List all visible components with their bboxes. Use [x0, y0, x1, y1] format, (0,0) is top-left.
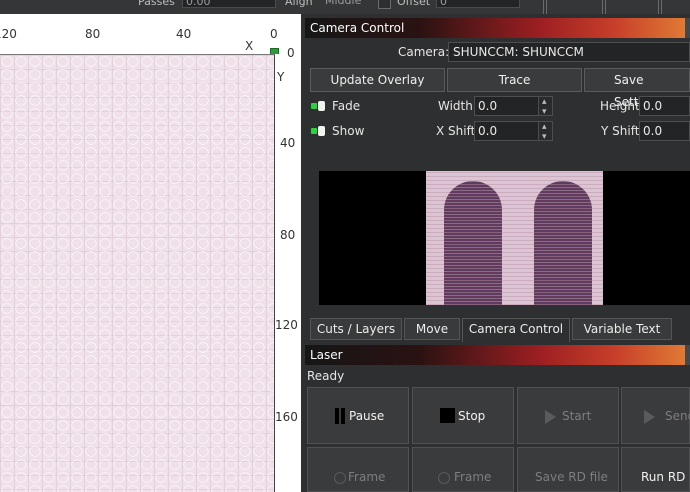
ruler-label: 160: [275, 410, 298, 424]
panel-scrollbar[interactable]: [685, 18, 690, 38]
pass-label: Passes: [138, 0, 175, 8]
pass-field[interactable]: 0.00: [182, 0, 276, 8]
run-rd-label: Run RD file: [641, 470, 689, 484]
frame-alt-button[interactable]: Frame: [412, 447, 514, 492]
camera-select[interactable]: SHUNCCM: SHUNCCM: [448, 42, 690, 62]
workspace-canvas[interactable]: 120 80 40 0 X 0 Y 40 80 120 160: [0, 14, 301, 492]
xshift-label: X Shift: [436, 124, 476, 138]
width-spinbox[interactable]: 0.0: [474, 93, 553, 121]
camera-preview: [319, 171, 690, 305]
ruler-label: 80: [280, 228, 296, 242]
run-rd-button[interactable]: Run RD file: [621, 447, 690, 492]
offset-label: Offset: [397, 0, 431, 8]
ruler-label: 80: [85, 27, 101, 41]
ruler-label: 0: [287, 46, 295, 60]
frame-button[interactable]: Frame: [307, 447, 409, 492]
align-label: Align: [285, 0, 313, 8]
stop-button[interactable]: Stop: [412, 387, 514, 444]
offset-checkbox[interactable]: [378, 0, 391, 9]
top-toolbar: Passes 0.00 Align Middle Offset 0: [0, 0, 690, 14]
frame-alt-label: Frame: [454, 470, 492, 484]
toolbar-separator: [543, 0, 547, 14]
stop-label: Stop: [458, 409, 486, 423]
height-spinbox[interactable]: 0.0: [639, 96, 690, 116]
panel-scrollbar[interactable]: [685, 345, 690, 365]
fade-toggle[interactable]: [311, 101, 325, 111]
tab-camera-control[interactable]: Camera Control: [462, 318, 570, 342]
tab-cuts-layers[interactable]: Cuts / Layers: [310, 318, 402, 340]
trace-button[interactable]: Trace: [447, 68, 582, 92]
height-label: Height: [600, 99, 640, 113]
tab-move[interactable]: Move: [404, 318, 460, 340]
frame-label: Frame: [348, 470, 386, 484]
yshift-label: Y Shift: [601, 124, 640, 138]
start-label: Start: [562, 409, 592, 423]
width-value: 0.0: [478, 99, 498, 113]
frame-icon: [438, 472, 450, 484]
toggle-on-indicator: [311, 128, 317, 134]
save-settings-button[interactable]: Save Settings: [584, 68, 690, 109]
horizontal-ruler: 120 80 40 0 X: [0, 14, 301, 54]
laser-status: Ready: [307, 369, 345, 383]
height-value: 0.0: [643, 99, 663, 113]
camera-label: Camera:: [398, 45, 450, 59]
pause-label: Pause: [349, 409, 385, 423]
align-select[interactable]: Middle: [322, 0, 376, 8]
laser-title: Laser: [305, 345, 685, 365]
stop-icon: [440, 408, 455, 423]
toggle-knob: [318, 101, 325, 111]
ruler-label: 120: [0, 27, 17, 41]
toolbar-separator: [602, 0, 606, 14]
vertical-ruler: 0 Y 40 80 120 160: [275, 46, 301, 492]
send-label: Send: [665, 409, 690, 423]
show-label: Show: [332, 124, 365, 138]
yshift-value: 0.0: [643, 124, 663, 138]
send-icon: [644, 410, 655, 424]
y-axis-label: Y: [277, 70, 285, 84]
xshift-spinbox[interactable]: 0.0: [474, 118, 553, 146]
update-overlay-button[interactable]: Update Overlay: [310, 68, 445, 92]
start-button[interactable]: Start: [517, 387, 619, 444]
x-axis-label: X: [245, 39, 254, 53]
frame-icon: [334, 472, 346, 484]
spin-arrows-icon[interactable]: [538, 93, 552, 121]
toggle-knob: [318, 126, 325, 136]
ruler-label: 40: [176, 27, 192, 41]
save-rd-button[interactable]: Save RD file: [517, 447, 619, 492]
camera-capture-image: [426, 171, 603, 305]
toggle-on-indicator: [311, 103, 317, 109]
offset-field[interactable]: 0: [436, 0, 520, 8]
camera-control-title: Camera Control: [305, 18, 685, 38]
xshift-value: 0.0: [478, 124, 498, 138]
width-label: Width: [438, 99, 473, 113]
toolbar-separator: [658, 0, 662, 14]
start-icon: [545, 410, 556, 424]
yshift-spinbox[interactable]: 0.0: [639, 121, 690, 141]
fade-label: Fade: [332, 99, 361, 113]
spin-arrows-icon[interactable]: [538, 118, 552, 146]
show-toggle[interactable]: [311, 126, 325, 136]
ruler-label: 0: [270, 27, 278, 41]
tab-variable-text[interactable]: Variable Text: [572, 318, 672, 340]
save-rd-label: Save RD file: [535, 470, 608, 484]
capture-scanlines: [426, 171, 603, 305]
ruler-label: 120: [275, 318, 298, 332]
pause-button[interactable]: Pause: [307, 387, 409, 444]
camera-overlay-image: [0, 54, 275, 492]
send-button[interactable]: Send: [621, 387, 690, 444]
pause-icon: [333, 408, 347, 424]
ruler-label: 40: [280, 136, 296, 150]
